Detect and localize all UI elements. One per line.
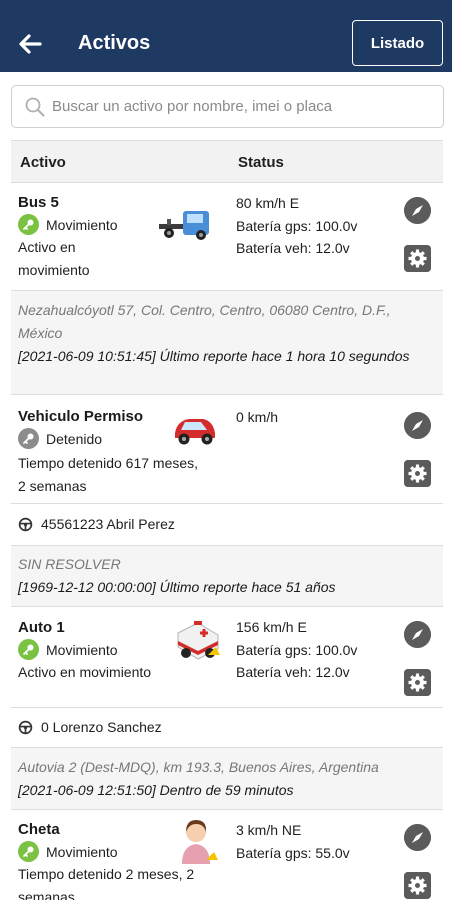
asset-state: Detenido: [18, 428, 102, 449]
back-arrow-icon[interactable]: [16, 30, 44, 58]
asset-name: Bus 5: [18, 194, 59, 211]
asset-location: Nezahualcóyotl 57, Col. Centro, Centro, …: [11, 291, 443, 395]
asset-row[interactable]: Cheta Movimiento Tiempo detenido 2 meses…: [11, 810, 443, 900]
compass-icon[interactable]: [404, 621, 431, 648]
table-header: Activo Status: [11, 140, 443, 183]
asset-description-line: Tiempo detenido 2 meses, 2: [18, 866, 195, 882]
tow-truck-icon: [159, 211, 209, 240]
compass-icon[interactable]: [404, 197, 431, 224]
page-title: Activos: [78, 32, 151, 54]
asset-address: Autovia 2 (Dest-MDQ), km 193.3, Buenos A…: [18, 759, 379, 775]
asset-location: SIN RESOLVER [1969-12-12 00:00:00] Últim…: [11, 546, 443, 607]
ambulance-icon: [177, 621, 220, 660]
asset-status: 0 km/h: [236, 406, 278, 429]
compass-icon[interactable]: [404, 824, 431, 851]
red-car-icon: [175, 419, 215, 445]
asset-state-label: Detenido: [46, 430, 103, 447]
key-icon: [18, 841, 39, 862]
asset-location: Autovia 2 (Dest-MDQ), km 193.3, Buenos A…: [11, 748, 443, 810]
asset-state-label: Movimiento: [46, 641, 118, 658]
gps-battery: Batería gps: 100.0v: [236, 217, 358, 234]
key-icon: [18, 639, 39, 660]
gps-battery: Batería gps: 55.0v: [236, 844, 350, 861]
asset-driver-row: 0 Lorenzo Sanchez: [11, 708, 443, 748]
asset-state: Movimiento: [18, 841, 118, 862]
asset-description-line: 2 semanas: [18, 478, 87, 494]
key-icon: [18, 428, 39, 449]
speed-value: 156 km/h E: [236, 619, 307, 635]
gps-battery: Batería gps: 100.0v: [236, 641, 358, 658]
last-report: [2021-06-09 12:51:50] Dentro de 59 minut…: [18, 782, 294, 798]
asset-address: Nezahualcóyotl 57, Col. Centro, Centro, …: [18, 302, 391, 341]
speed-value: 3 km/h NE: [236, 822, 302, 838]
compass-icon[interactable]: [404, 412, 431, 439]
search-icon: [25, 97, 45, 117]
key-icon: [18, 214, 39, 235]
asset-description: Tiempo detenido 2 meses, 2 semanas: [18, 863, 194, 900]
asset-state-label: Movimiento: [46, 216, 118, 233]
asset-driver: 45561223 Abril Perez: [18, 516, 175, 532]
app-header: Activos Listado: [0, 0, 452, 72]
driver-name: 45561223 Abril Perez: [41, 516, 175, 532]
driver-name: 0 Lorenzo Sanchez: [41, 719, 162, 735]
asset-row[interactable]: Auto 1 Movimiento Activo en movimiento 1…: [11, 607, 443, 708]
asset-description-line: Activo en: [18, 239, 76, 255]
list-view-button[interactable]: Listado: [352, 20, 443, 66]
steering-wheel-icon: [18, 517, 33, 531]
asset-state: Movimiento: [18, 214, 118, 235]
asset-description: Tiempo detenido 617 meses, 2 semanas: [18, 452, 198, 498]
asset-name: Vehiculo Permiso: [18, 408, 144, 425]
column-header-status: Status: [238, 154, 284, 171]
asset-name: Auto 1: [18, 619, 65, 636]
asset-row[interactable]: Vehiculo Permiso Detenido Tiempo detenid…: [11, 395, 443, 504]
search-input[interactable]: [52, 86, 437, 127]
asset-description: Activo en movimiento: [18, 236, 90, 282]
asset-description: Activo en movimiento: [18, 661, 151, 684]
gear-icon[interactable]: [404, 872, 431, 899]
asset-driver-row: 45561223 Abril Perez: [11, 504, 443, 546]
speed-value: 0 km/h: [236, 409, 279, 425]
vehicle-battery: Batería veh: 12.0v: [236, 664, 350, 680]
asset-name: Cheta: [18, 821, 60, 838]
speed-value: 80 km/h E: [236, 195, 300, 211]
asset-driver: 0 Lorenzo Sanchez: [18, 719, 162, 735]
gear-icon[interactable]: [404, 460, 431, 487]
asset-description-line: semanas: [18, 889, 75, 900]
gear-icon[interactable]: [404, 669, 431, 696]
vehicle-battery: Batería veh: 12.0v: [236, 240, 350, 256]
search-box[interactable]: [11, 85, 444, 128]
column-header-asset: Activo: [20, 154, 66, 171]
asset-status: 80 km/h E Batería gps: 100.0v Batería ve…: [236, 192, 357, 260]
asset-status: 156 km/h E Batería gps: 100.0v Batería v…: [236, 616, 357, 684]
last-report: [1969-12-12 00:00:00] Último reporte hac…: [18, 579, 336, 595]
asset-description-line: movimiento: [18, 262, 90, 278]
steering-wheel-icon: [18, 720, 33, 734]
asset-description-line: Tiempo detenido 617 meses,: [18, 455, 199, 471]
asset-state: Movimiento: [18, 639, 118, 660]
asset-state-label: Movimiento: [46, 843, 118, 860]
gear-icon[interactable]: [404, 245, 431, 272]
last-report: [2021-06-09 10:51:45] Último reporte hac…: [18, 348, 410, 364]
person-icon: [182, 820, 218, 864]
asset-status: 3 km/h NE Batería gps: 55.0v: [236, 819, 350, 864]
asset-row[interactable]: Bus 5 Movimiento Activo en movimiento 80…: [11, 183, 443, 291]
asset-description-line: Activo en movimiento: [18, 664, 152, 680]
asset-address: SIN RESOLVER: [18, 556, 121, 572]
